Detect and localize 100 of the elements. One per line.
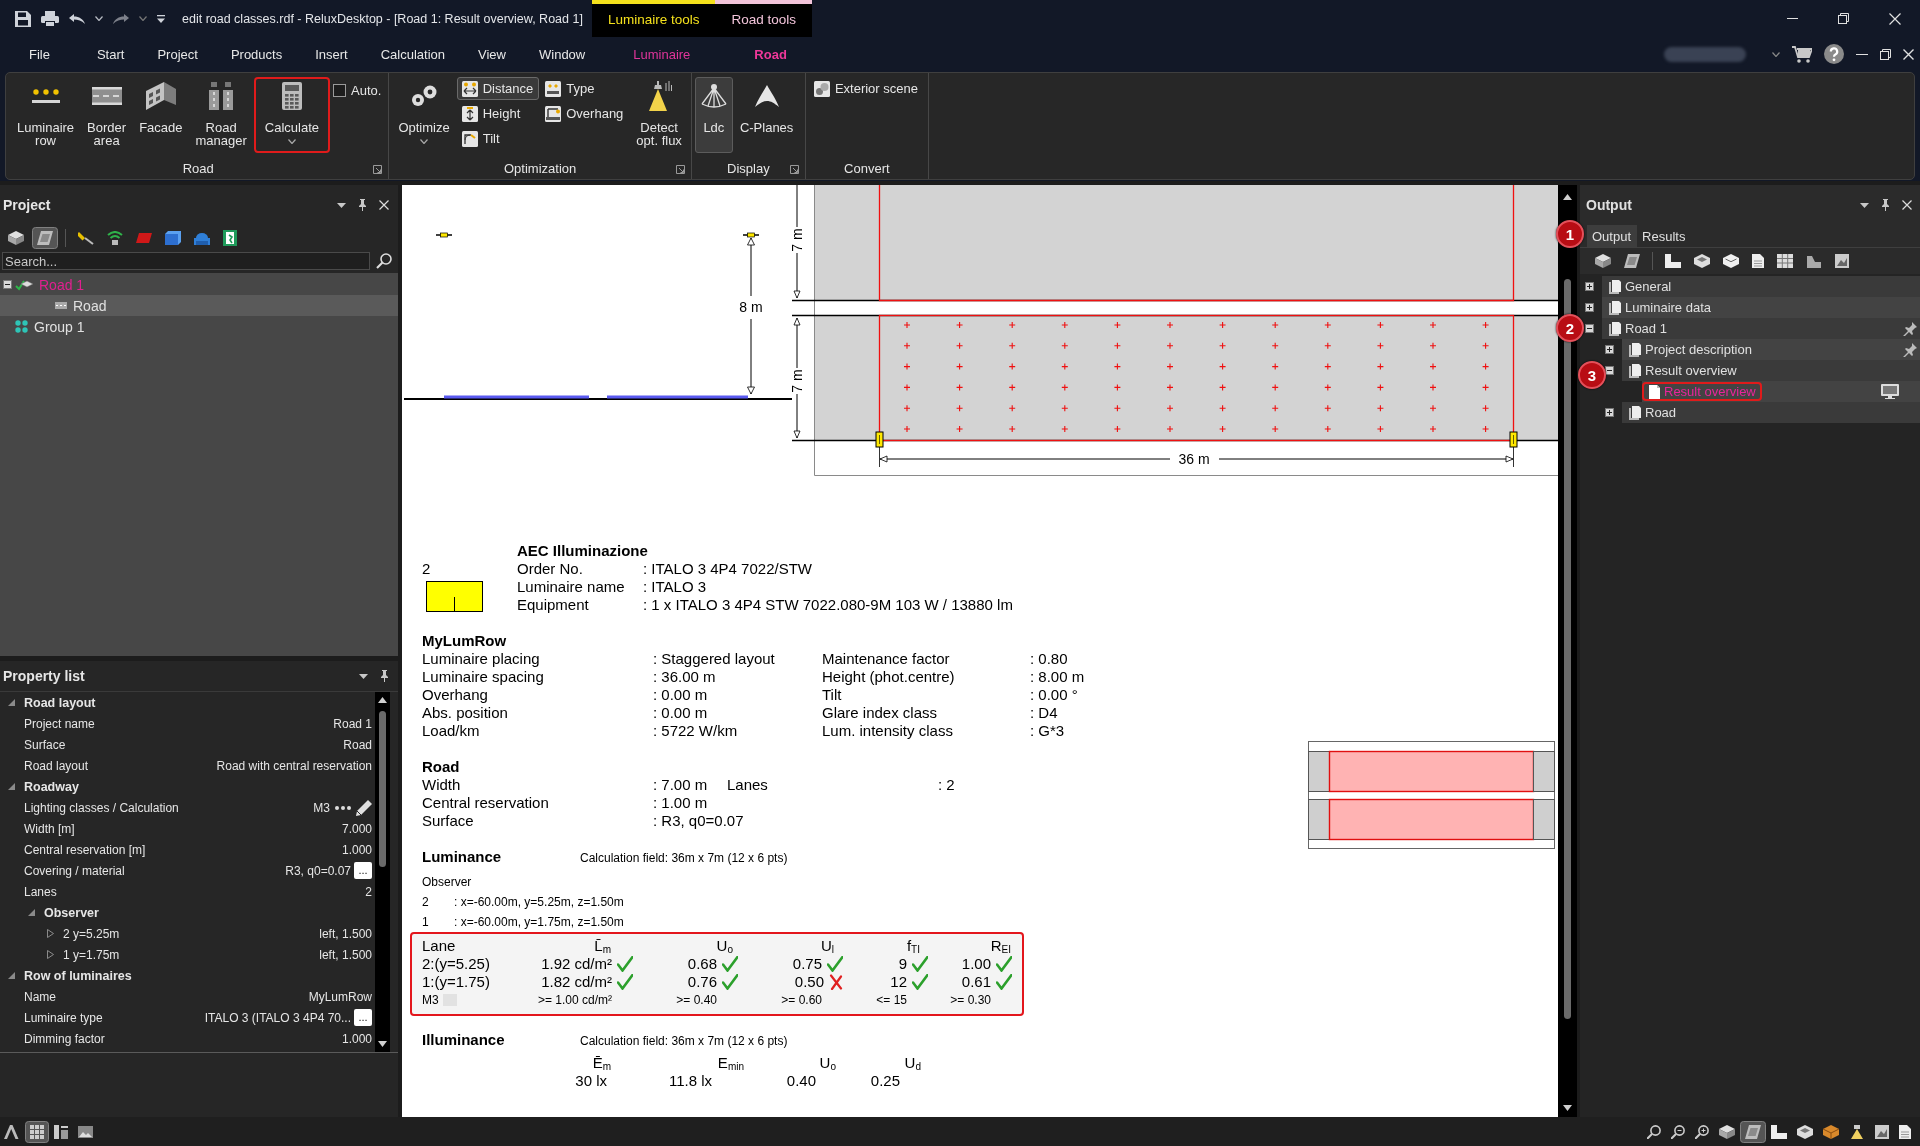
launcher-icon[interactable] xyxy=(675,165,685,174)
caret-icon[interactable] xyxy=(420,139,428,144)
ribbon-button[interactable]: Road manager xyxy=(189,77,253,153)
help-icon[interactable] xyxy=(1824,44,1844,64)
lamp-scene-icon[interactable] xyxy=(1849,1124,1865,1139)
slab-icon[interactable] xyxy=(1740,1120,1766,1143)
ribbon-button[interactable]: Type xyxy=(540,77,630,100)
ribbon-button[interactable]: C-Planes xyxy=(733,77,800,153)
collapse-icon[interactable] xyxy=(1605,366,1614,375)
browse-button[interactable]: ... xyxy=(354,862,372,879)
menu-tab[interactable]: View xyxy=(478,46,506,62)
armchair-icon[interactable] xyxy=(194,231,210,245)
expand-icon[interactable] xyxy=(1605,408,1614,417)
monitor-icon[interactable] xyxy=(1881,384,1899,399)
expand-icon[interactable] xyxy=(1585,303,1594,312)
shape-icon[interactable] xyxy=(1806,254,1822,268)
scroll-down-icon[interactable] xyxy=(378,1041,387,1047)
dropdown-icon[interactable] xyxy=(1860,202,1869,208)
layout-icon[interactable] xyxy=(54,1124,68,1139)
pencil-icon[interactable] xyxy=(356,799,372,816)
scroll-up-icon[interactable] xyxy=(1563,194,1572,200)
ribbon-button[interactable]: Facade xyxy=(133,77,189,153)
redo-icon[interactable] xyxy=(113,13,129,24)
table-icon[interactable] xyxy=(1777,254,1793,268)
search-icon[interactable] xyxy=(376,253,392,269)
box-3d-icon[interactable] xyxy=(1595,254,1611,268)
ribbon-button[interactable]: Calculate xyxy=(253,77,330,153)
box-icon[interactable] xyxy=(1823,1124,1839,1139)
save-icon[interactable] xyxy=(15,10,31,27)
tree-item[interactable]: Road 1 xyxy=(1602,319,1673,338)
expand-arrow-icon[interactable] xyxy=(47,929,54,938)
menu-tab[interactable]: Calculation xyxy=(380,46,446,62)
close-icon[interactable] xyxy=(1903,48,1914,60)
expand-icon[interactable] xyxy=(1605,345,1614,354)
tree-item[interactable]: Group 1 xyxy=(3,316,85,337)
tree-item[interactable]: Project description xyxy=(1622,340,1758,359)
caret-icon[interactable] xyxy=(139,16,147,21)
scroll-down-icon[interactable] xyxy=(1563,1105,1572,1111)
launcher-icon[interactable] xyxy=(373,165,383,174)
lamp-icon[interactable] xyxy=(78,231,94,245)
ribbon-button[interactable]: Ldc xyxy=(694,77,733,153)
panel-tab[interactable]: Results xyxy=(1637,225,1692,247)
slab-icon[interactable] xyxy=(1624,254,1640,268)
menu-tab[interactable]: Insert xyxy=(315,46,348,62)
close-icon[interactable] xyxy=(379,200,389,210)
customize-icon[interactable] xyxy=(157,14,165,23)
close-icon[interactable] xyxy=(1902,200,1912,210)
pin-icon[interactable] xyxy=(380,670,389,682)
cart-icon[interactable] xyxy=(1792,45,1812,63)
launcher-icon[interactable] xyxy=(789,165,799,174)
grid-icon[interactable] xyxy=(25,1120,49,1143)
print-icon[interactable] xyxy=(41,10,59,27)
scene-icon[interactable] xyxy=(1875,1124,1889,1139)
menu-tab[interactable]: Project xyxy=(157,46,198,62)
ribbon-button[interactable]: Border area xyxy=(81,77,133,153)
search-field[interactable]: Search... xyxy=(2,252,370,270)
menu-tab[interactable]: Window xyxy=(539,46,586,62)
zoom-in-icon[interactable] xyxy=(1695,1124,1709,1139)
menu-tab[interactable]: Road xyxy=(722,46,819,62)
tree-item[interactable]: Luminaire data xyxy=(1602,298,1717,317)
zoom-out-icon[interactable] xyxy=(1671,1124,1685,1139)
ribbon-button[interactable]: Overhang xyxy=(540,102,630,125)
panel-tab[interactable]: Output xyxy=(1587,225,1638,247)
restore-icon[interactable] xyxy=(1880,48,1891,60)
box-frame-icon[interactable] xyxy=(1694,254,1710,268)
dropdown-icon[interactable] xyxy=(359,673,368,679)
pin-icon[interactable] xyxy=(358,199,367,211)
collapse-icon[interactable] xyxy=(3,280,12,289)
pin-icon[interactable] xyxy=(1881,199,1890,211)
corner-icon[interactable] xyxy=(1665,254,1681,268)
minimize-icon[interactable] xyxy=(1856,53,1868,55)
ribbon-button[interactable]: Tilt xyxy=(456,127,540,150)
collapse-arrow-icon[interactable] xyxy=(8,699,15,706)
document-icon[interactable] xyxy=(1752,254,1764,268)
dropdown-icon[interactable] xyxy=(337,202,346,208)
caret-icon[interactable] xyxy=(95,16,103,21)
ribbon-button[interactable]: Detect opt. flux xyxy=(630,77,688,153)
ribbon-button[interactable]: Optimize xyxy=(392,77,456,153)
tree-item[interactable]: Road xyxy=(0,295,398,316)
tree-item[interactable]: Result overview xyxy=(1622,361,1743,380)
exit-sign-icon[interactable] xyxy=(223,230,237,246)
caret-icon[interactable] xyxy=(1772,51,1780,57)
collapse-icon[interactable] xyxy=(1585,324,1594,333)
restore-icon[interactable] xyxy=(1838,13,1849,24)
more-icon[interactable] xyxy=(335,805,351,810)
box-frame-icon[interactable] xyxy=(1797,1124,1813,1139)
magnifier-icon[interactable] xyxy=(1647,1124,1661,1139)
pin-icon[interactable] xyxy=(1903,321,1917,336)
tree-item[interactable]: Road xyxy=(1622,403,1683,422)
pin-icon[interactable] xyxy=(1903,342,1917,357)
open-box-icon[interactable] xyxy=(1723,254,1739,268)
scroll-up-icon[interactable] xyxy=(378,697,387,703)
ribbon-button[interactable]: Distance xyxy=(456,77,540,100)
browse-button[interactable]: ... xyxy=(354,1009,372,1026)
tree-item[interactable]: General xyxy=(1602,277,1678,296)
ribbon-button[interactable]: Exterior scene xyxy=(808,77,924,100)
caret-icon[interactable] xyxy=(287,139,296,144)
menu-tab[interactable]: Products xyxy=(230,46,283,62)
image-icon[interactable] xyxy=(78,1125,93,1138)
expand-arrow-icon[interactable] xyxy=(47,950,54,959)
